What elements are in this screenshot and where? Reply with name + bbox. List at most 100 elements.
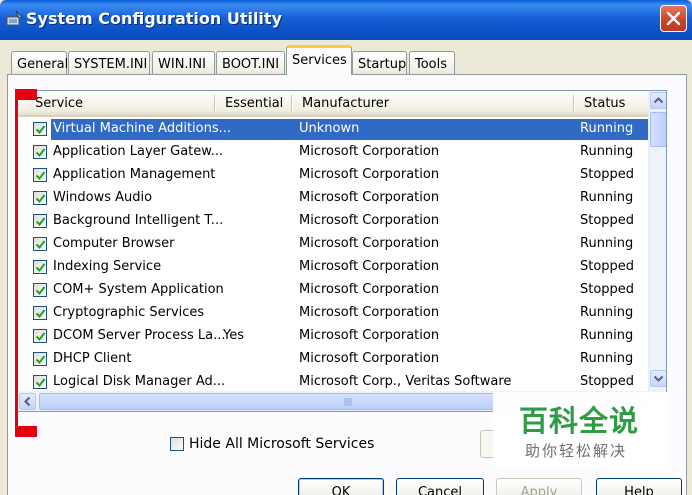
service-checkbox[interactable] — [33, 237, 47, 251]
service-name: DCOM Server Process La... — [53, 328, 226, 343]
service-essential: Yes — [223, 328, 244, 343]
service-status: Stopped — [580, 374, 635, 389]
help-button[interactable]: Help — [596, 478, 682, 495]
service-checkbox[interactable] — [33, 168, 47, 182]
service-status: Running — [580, 305, 634, 320]
service-name: DHCP Client — [53, 351, 132, 366]
service-name: Application Layer Gatew... — [53, 144, 224, 159]
checkmark-icon — [35, 240, 46, 250]
service-manufacturer: Microsoft Corporation — [299, 328, 440, 343]
service-name: Virtual Machine Additions... — [53, 121, 232, 136]
scroll-up-button[interactable] — [650, 92, 666, 109]
table-row[interactable]: Indexing Service Microsoft Corporation S… — [17, 256, 648, 279]
scroll-left-button[interactable] — [19, 393, 36, 410]
service-checkbox[interactable] — [33, 306, 47, 320]
service-manufacturer: Microsoft Corporation — [299, 305, 440, 320]
table-row[interactable]: Application Management Microsoft Corpora… — [17, 164, 648, 187]
table-row[interactable]: Computer Browser Microsoft Corporation R… — [17, 233, 648, 256]
service-name: Indexing Service — [53, 259, 162, 274]
apply-button[interactable]: Apply — [496, 478, 582, 495]
close-button[interactable] — [660, 5, 687, 32]
cancel-button[interactable]: Cancel — [396, 478, 484, 495]
table-row[interactable]: Cryptographic Services Microsoft Corpora… — [17, 302, 648, 325]
service-manufacturer: Microsoft Corporation — [299, 236, 440, 251]
service-manufacturer: Microsoft Corporation — [299, 259, 440, 274]
service-checkbox[interactable] — [33, 329, 47, 343]
column-divider[interactable] — [214, 95, 215, 113]
service-status: Running — [580, 351, 634, 366]
table-row[interactable]: Windows Audio Microsoft Corporation Runn… — [17, 187, 648, 210]
list-header: Service Essential Manufacturer Status — [17, 91, 648, 117]
chevron-left-icon — [24, 396, 31, 407]
service-checkbox[interactable] — [33, 122, 47, 136]
service-checkbox[interactable] — [33, 145, 47, 159]
checkmark-icon — [35, 194, 46, 204]
column-divider[interactable] — [291, 95, 292, 113]
scroll-down-button[interactable] — [650, 370, 666, 387]
column-header-essential[interactable]: Essential — [225, 96, 283, 111]
service-manufacturer: Microsoft Corporation — [299, 351, 440, 366]
service-manufacturer: Microsoft Corp., Veritas Software — [299, 374, 512, 389]
service-name: Logical Disk Manager Ad... — [53, 374, 226, 389]
service-name: Application Management — [53, 167, 216, 182]
service-checkbox[interactable] — [33, 260, 47, 274]
tab-tools[interactable]: Tools — [409, 51, 455, 76]
chevron-up-icon — [653, 97, 664, 104]
close-icon — [666, 11, 681, 26]
service-manufacturer: Microsoft Corporation — [299, 282, 440, 297]
vertical-scroll-thumb[interactable] — [650, 112, 666, 147]
msconfig-app-icon — [6, 9, 24, 27]
column-header-status[interactable]: Status — [584, 96, 625, 111]
service-checkbox[interactable] — [33, 283, 47, 297]
column-header-service[interactable]: Service — [35, 96, 83, 111]
service-name: Cryptographic Services — [53, 305, 205, 320]
tab-services[interactable]: Services — [286, 45, 352, 75]
table-row[interactable]: COM+ System Application Microsoft Corpor… — [17, 279, 648, 302]
service-status: Running — [580, 190, 634, 205]
table-row[interactable]: Background Intelligent T... Microsoft Co… — [17, 210, 648, 233]
service-checkbox[interactable] — [33, 214, 47, 228]
tab-system-ini[interactable]: SYSTEM.INI — [68, 51, 150, 76]
table-row[interactable]: DCOM Server Process La... Yes Microsoft … — [17, 325, 648, 348]
service-checkbox[interactable] — [33, 375, 47, 389]
checkmark-icon — [35, 309, 46, 319]
table-row[interactable]: Virtual Machine Additions... Unknown Run… — [17, 118, 648, 141]
vertical-scrollbar[interactable] — [648, 91, 666, 391]
hide-microsoft-services-label: Hide All Microsoft Services — [189, 436, 375, 452]
checkbox-box[interactable] — [170, 437, 184, 451]
column-header-manufacturer[interactable]: Manufacturer — [302, 96, 389, 111]
service-status: Stopped — [580, 167, 635, 182]
service-name: Computer Browser — [53, 236, 175, 251]
watermark-subtitle: 助你轻松解决 — [525, 442, 628, 460]
watermark-title: 百科全说 — [519, 404, 640, 438]
checkmark-icon — [35, 286, 46, 296]
tab-boot-ini[interactable]: BOOT.INI — [216, 51, 285, 76]
annotation-bracket-bottom — [15, 426, 37, 437]
checkmark-icon — [35, 171, 46, 181]
service-manufacturer: Microsoft Corporation — [299, 167, 440, 182]
tab-general[interactable]: General — [11, 51, 68, 76]
tab-startup[interactable]: Startup — [352, 51, 407, 76]
service-name: Windows Audio — [53, 190, 153, 205]
checkmark-icon — [35, 263, 46, 273]
services-list[interactable]: Service Essential Manufacturer Status Vi… — [16, 90, 667, 412]
service-name: Background Intelligent T... — [53, 213, 224, 228]
table-row[interactable]: DHCP Client Microsoft Corporation Runnin… — [17, 348, 648, 371]
service-manufacturer: Microsoft Corporation — [299, 144, 440, 159]
ok-button[interactable]: OK — [298, 478, 384, 495]
service-name: COM+ System Application — [53, 282, 224, 297]
tab-win-ini[interactable]: WIN.INI — [152, 51, 215, 76]
checkmark-icon — [35, 355, 46, 365]
column-divider[interactable] — [573, 95, 574, 113]
service-manufacturer: Microsoft Corporation — [299, 213, 440, 228]
service-checkbox[interactable] — [33, 191, 47, 205]
table-row[interactable]: Application Layer Gatew... Microsoft Cor… — [17, 141, 648, 164]
checkmark-icon — [35, 217, 46, 227]
checkmark-icon — [35, 125, 46, 135]
service-checkbox[interactable] — [33, 352, 47, 366]
window-title: System Configuration Utility — [26, 9, 282, 28]
service-manufacturer: Unknown — [299, 121, 360, 136]
checkmark-icon — [35, 378, 46, 388]
watermark-logo: 百科全说 助你轻松解决 — [493, 392, 669, 466]
service-status: Running — [580, 121, 634, 136]
